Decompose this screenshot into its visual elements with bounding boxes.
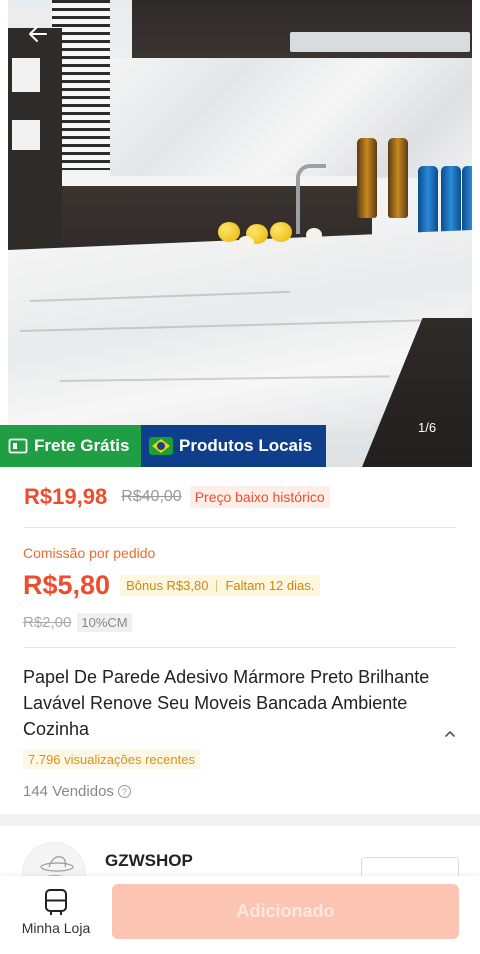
my-store-label: Minha Loja bbox=[21, 920, 91, 936]
store-icon bbox=[45, 889, 67, 915]
commission-rate-tag: 10%CM bbox=[77, 613, 132, 632]
my-store-button[interactable]: Minha Loja bbox=[18, 888, 94, 942]
back-button[interactable] bbox=[24, 20, 52, 48]
truck-icon bbox=[8, 438, 28, 454]
divider bbox=[24, 527, 456, 528]
water-bottle bbox=[441, 166, 461, 236]
commission-value: R$5,80 bbox=[23, 570, 111, 600]
upper-cabinets bbox=[132, 0, 472, 58]
badge-strip: Frete Grátis Produtos Locais bbox=[0, 425, 326, 467]
free-shipping-label: Frete Grátis bbox=[34, 436, 130, 455]
section-separator bbox=[0, 814, 480, 826]
egg bbox=[238, 236, 254, 250]
faucet bbox=[296, 164, 326, 234]
oil-bottle bbox=[388, 138, 408, 218]
bonus-deadline: Faltam 12 dias. bbox=[225, 578, 315, 593]
image-frame bbox=[472, 0, 480, 467]
collapse-title-button[interactable] bbox=[443, 726, 457, 740]
product-title: Papel De Parede Adesivo Mármore Preto Br… bbox=[23, 667, 430, 739]
oil-bottle bbox=[357, 138, 377, 218]
lowest-price-tag: Preço baixo histórico bbox=[189, 486, 330, 508]
current-price: R$19,98 bbox=[24, 484, 108, 509]
bonus-separator bbox=[216, 579, 218, 592]
egg bbox=[306, 228, 322, 242]
added-button[interactable]: Adicionado bbox=[112, 884, 459, 939]
product-image[interactable] bbox=[0, 0, 480, 467]
original-commission: R$2,00 bbox=[23, 614, 72, 631]
recent-views-tag: 7.796 visualizações recentes bbox=[23, 750, 200, 769]
lemon bbox=[270, 222, 292, 242]
tall-cabinet bbox=[8, 28, 62, 286]
bonus-box: Bônus R$3,80 Faltam 12 dias. bbox=[120, 575, 321, 596]
original-price: R$40,00 bbox=[121, 488, 182, 505]
commission-label: Comissão por pedido bbox=[23, 545, 156, 561]
image-counter: 1/6 bbox=[418, 420, 437, 435]
price-row: R$19,98 R$40,00 Preço baixo histórico bbox=[24, 484, 330, 510]
local-products-badge: Produtos Locais bbox=[141, 425, 326, 467]
sold-count: 144 Vendidos bbox=[23, 783, 114, 800]
water-bottle bbox=[418, 166, 438, 236]
sold-count-row[interactable]: 144 Vendidos ? bbox=[23, 783, 131, 800]
local-products-label: Produtos Locais bbox=[179, 436, 313, 455]
divider bbox=[24, 647, 456, 648]
lemon bbox=[218, 222, 240, 242]
arrow-left-icon bbox=[29, 26, 47, 42]
free-shipping-badge: Frete Grátis bbox=[0, 425, 141, 467]
bonus-amount: Bônus R$3,80 bbox=[126, 578, 209, 593]
commission-rate-row: R$2,00 10%CM bbox=[23, 613, 132, 632]
brazil-flag-icon bbox=[149, 437, 173, 455]
question-circle-icon[interactable]: ? bbox=[117, 785, 131, 798]
shop-name[interactable]: GZWSHOP bbox=[105, 851, 193, 871]
marble-backsplash bbox=[110, 58, 472, 178]
image-frame bbox=[0, 0, 8, 467]
chevron-up-icon bbox=[445, 731, 455, 737]
commission-row: R$5,80 Bônus R$3,80 Faltam 12 dias. bbox=[23, 570, 321, 601]
